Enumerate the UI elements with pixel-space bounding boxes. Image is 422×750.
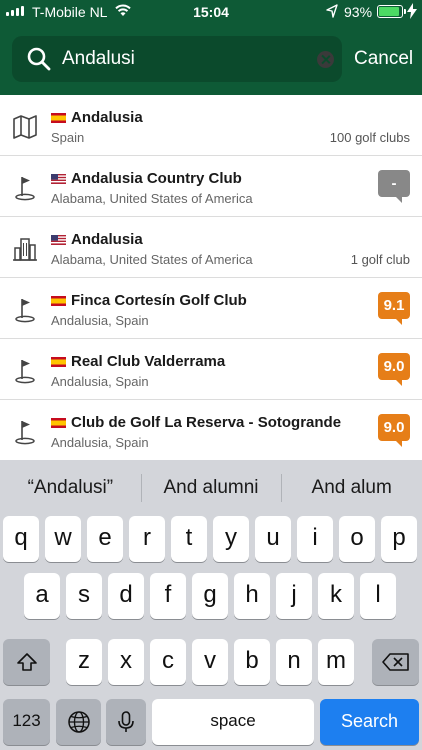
result-row[interactable]: Real Club Valderrama Andalusia, Spain 9.0	[0, 339, 422, 400]
key-s[interactable]: s	[66, 573, 102, 619]
search-icon	[27, 47, 51, 71]
result-subtitle: Andalusia, Spain	[51, 374, 149, 389]
numbers-key[interactable]: 123	[3, 699, 50, 745]
golf-flag-icon	[12, 358, 38, 384]
result-title: Finca Cortesín Golf Club	[51, 292, 247, 309]
result-title-text: Andalusia	[71, 231, 143, 248]
result-row[interactable]: Finca Cortesín Golf Club Andalusia, Spain…	[0, 278, 422, 339]
cancel-button[interactable]: Cancel	[354, 48, 413, 70]
spain-flag-icon	[51, 356, 66, 367]
key-f[interactable]: f	[150, 573, 186, 619]
suggestion-item[interactable]: “Andalusi”	[0, 460, 141, 516]
golf-flag-icon	[12, 175, 38, 201]
golf-flag-icon	[12, 297, 38, 323]
status-bar: T-Mobile NL 15:04 93%	[0, 0, 422, 24]
usa-flag-icon	[51, 234, 66, 245]
key-a[interactable]: a	[24, 573, 60, 619]
key-i[interactable]: i	[297, 516, 333, 562]
key-w[interactable]: w	[45, 516, 81, 562]
result-subtitle: Alabama, United States of America	[51, 252, 253, 267]
result-title: Real Club Valderrama	[51, 353, 225, 370]
backspace-key[interactable]	[372, 639, 419, 685]
spain-flag-icon	[51, 417, 66, 428]
shift-key[interactable]	[3, 639, 50, 685]
microphone-icon	[118, 711, 134, 732]
result-subtitle: Andalusia, Spain	[51, 313, 149, 328]
suggestion-bar: “Andalusi” And alumni And alum	[0, 460, 422, 516]
search-field[interactable]	[12, 36, 342, 82]
key-q[interactable]: q	[3, 516, 39, 562]
result-row[interactable]: Andalusia Spain 100 golf clubs	[0, 95, 422, 156]
search-input[interactable]	[62, 44, 312, 74]
key-k[interactable]: k	[318, 573, 354, 619]
key-x[interactable]: x	[108, 639, 144, 685]
battery-level	[379, 7, 399, 16]
key-c[interactable]: c	[150, 639, 186, 685]
result-title: Andalusia	[51, 231, 143, 248]
key-m[interactable]: m	[318, 639, 354, 685]
key-g[interactable]: g	[192, 573, 228, 619]
spain-flag-icon	[51, 112, 66, 123]
result-subtitle: Alabama, United States of America	[51, 191, 253, 206]
rating-badge: -	[378, 170, 410, 203]
dictation-key[interactable]	[106, 699, 146, 745]
globe-key[interactable]	[56, 699, 101, 745]
result-title: Club de Golf La Reserva - Sotogrande	[51, 414, 341, 431]
backspace-icon	[381, 653, 409, 671]
header-bar: T-Mobile NL 15:04 93% Cancel	[0, 0, 422, 95]
clear-icon[interactable]	[317, 51, 334, 68]
result-title-text: Finca Cortesín Golf Club	[71, 292, 247, 309]
result-row[interactable]: Andalusia Alabama, United States of Ameri…	[0, 217, 422, 278]
key-y[interactable]: y	[213, 516, 249, 562]
globe-icon	[67, 711, 90, 733]
key-b[interactable]: b	[234, 639, 270, 685]
result-title-text: Andalusia	[71, 109, 143, 126]
rating-badge: 9.1	[378, 292, 410, 325]
golf-club-count: 1 golf club	[350, 252, 410, 267]
result-title-text: Real Club Valderrama	[71, 353, 226, 370]
rating-badge: 9.0	[378, 353, 410, 386]
key-p[interactable]: p	[381, 516, 417, 562]
suggestion-item[interactable]: And alum	[281, 460, 422, 516]
result-title-text: Club de Golf La Reserva - Sotogrande	[71, 414, 342, 431]
result-row[interactable]: Andalusia Country Club Alabama, United St…	[0, 156, 422, 217]
space-key[interactable]: space	[152, 699, 314, 745]
result-subtitle: Spain	[51, 130, 85, 145]
key-u[interactable]: u	[255, 516, 291, 562]
search-key[interactable]: Search	[320, 699, 419, 745]
location-arrow-icon	[326, 4, 338, 18]
map-icon	[12, 114, 38, 140]
key-r[interactable]: r	[129, 516, 165, 562]
key-t[interactable]: t	[171, 516, 207, 562]
key-z[interactable]: z	[66, 639, 102, 685]
key-d[interactable]: d	[108, 573, 144, 619]
suggestion-item[interactable]: And alumni	[140, 460, 282, 516]
result-title: Andalusia	[51, 109, 143, 126]
keyboard: “Andalusi” And alumni And alum qwertyuiop a…	[0, 460, 422, 750]
key-n[interactable]: n	[276, 639, 312, 685]
usa-flag-icon	[51, 173, 66, 184]
key-j[interactable]: j	[276, 573, 312, 619]
shift-icon	[16, 653, 37, 671]
key-e[interactable]: e	[87, 516, 123, 562]
key-v[interactable]: v	[192, 639, 228, 685]
city-icon	[12, 236, 38, 262]
charging-bolt-icon	[407, 3, 417, 19]
golf-club-count: 100 golf clubs	[329, 130, 410, 145]
search-results-list: Andalusia Spain 100 golf clubs Andalusia Co…	[0, 95, 422, 461]
key-o[interactable]: o	[339, 516, 375, 562]
key-l[interactable]: l	[360, 573, 396, 619]
result-subtitle: Andalusia, Spain	[51, 435, 149, 450]
battery-icon	[377, 5, 406, 18]
result-title-text: Andalusia Country Club	[71, 170, 242, 187]
spain-flag-icon	[51, 295, 66, 306]
battery-percentage: 93%	[344, 4, 373, 20]
result-title: Andalusia Country Club	[51, 170, 242, 187]
result-row[interactable]: Club de Golf La Reserva - Sotogrande Anda…	[0, 400, 422, 461]
rating-badge: 9.0	[378, 414, 410, 447]
key-h[interactable]: h	[234, 573, 270, 619]
golf-flag-icon	[12, 419, 38, 445]
